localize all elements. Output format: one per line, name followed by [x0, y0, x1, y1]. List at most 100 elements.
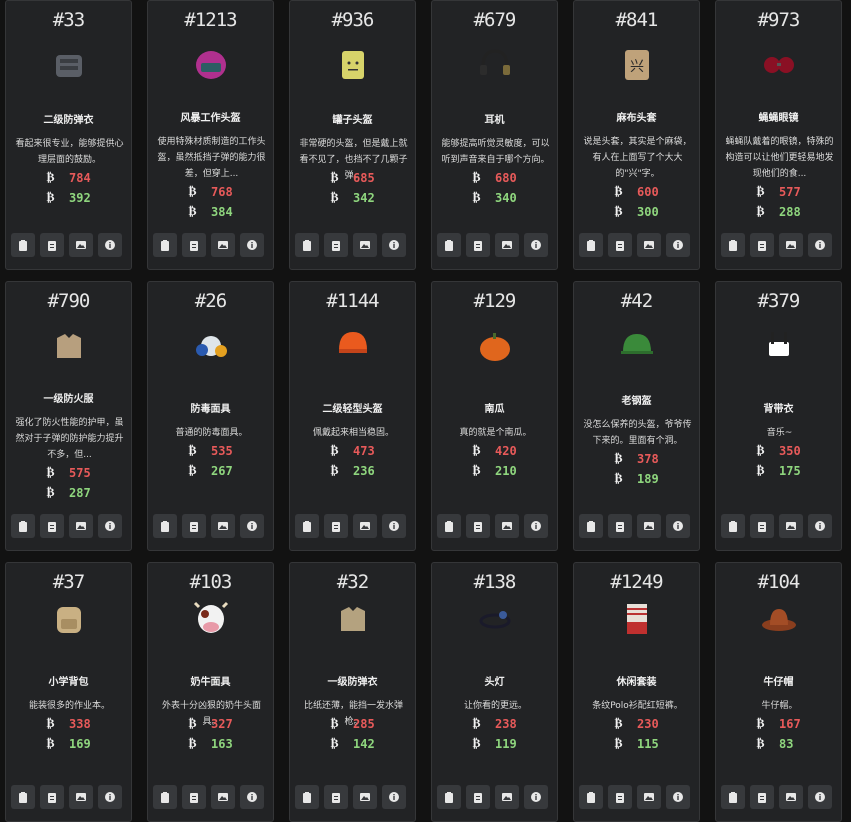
clipboard-button[interactable]: [153, 785, 177, 809]
image-button[interactable]: [353, 514, 377, 538]
clipboard-list-button[interactable]: [750, 514, 774, 538]
clipboard-button[interactable]: [437, 233, 461, 257]
info-button[interactable]: [98, 514, 122, 538]
image-button[interactable]: [69, 233, 93, 257]
coin-icon: ₿: [612, 451, 637, 467]
info-button[interactable]: [98, 233, 122, 257]
buy-price-value: 685: [353, 171, 375, 185]
clipboard-list-button[interactable]: [466, 785, 490, 809]
clipboard-list-button[interactable]: [40, 785, 64, 809]
image-button[interactable]: [637, 514, 661, 538]
info-button[interactable]: [666, 233, 690, 257]
info-button[interactable]: [98, 785, 122, 809]
item-card[interactable]: #138 头灯 让你看的更远。 ₿ 238 ₿ 119: [431, 562, 558, 822]
clipboard-list-button[interactable]: [608, 233, 632, 257]
info-button[interactable]: [666, 785, 690, 809]
item-name: 老钢盔: [621, 396, 652, 407]
info-button[interactable]: [382, 514, 406, 538]
item-card[interactable]: #33 二级防弹衣 看起来很专业，能够提供心理层面的鼓励。 ₿ 784 ₿ 392: [5, 0, 132, 270]
coin-icon: ₿: [328, 190, 353, 206]
info-button[interactable]: [382, 785, 406, 809]
clipboard-list-button[interactable]: [608, 514, 632, 538]
image-button[interactable]: [779, 233, 803, 257]
clipboard-button[interactable]: [295, 233, 319, 257]
image-button[interactable]: [211, 514, 235, 538]
clipboard-button[interactable]: [11, 233, 35, 257]
image-button[interactable]: [353, 785, 377, 809]
info-button[interactable]: [808, 785, 832, 809]
sell-price: ₿ 169: [44, 736, 90, 752]
info-button[interactable]: [240, 233, 264, 257]
clipboard-button[interactable]: [153, 233, 177, 257]
clipboard-list-button[interactable]: [182, 785, 206, 809]
item-card[interactable]: #26 防毒面具 普通的防毒面具。 ₿ 535 ₿ 267: [147, 281, 274, 551]
info-button[interactable]: [524, 514, 548, 538]
clipboard-button[interactable]: [721, 785, 745, 809]
item-card[interactable]: #379 背带衣 音乐~ ₿ 350 ₿ 175: [715, 281, 842, 551]
clipboard-button[interactable]: [721, 233, 745, 257]
clipboard-list-button[interactable]: [324, 785, 348, 809]
clipboard-button[interactable]: [579, 233, 603, 257]
image-button[interactable]: [211, 785, 235, 809]
clipboard-list-button[interactable]: [182, 233, 206, 257]
clipboard-icon: [19, 792, 27, 803]
info-button[interactable]: [524, 785, 548, 809]
clipboard-button[interactable]: [11, 785, 35, 809]
clipboard-list-button[interactable]: [750, 785, 774, 809]
item-card[interactable]: #1213 风暴工作头盔 使用特殊材质制造的工作头盔，虽然抵挡子弹的能力很差，但…: [147, 0, 274, 270]
image-icon: [218, 241, 228, 249]
clipboard-button[interactable]: [295, 514, 319, 538]
clipboard-list-button[interactable]: [750, 233, 774, 257]
buy-price-value: 327: [211, 717, 233, 731]
clipboard-list-button[interactable]: [40, 233, 64, 257]
image-button[interactable]: [69, 514, 93, 538]
sell-price: ₿ 267: [186, 463, 232, 479]
item-card[interactable]: #936 罐子头盔 非常硬的头盔，但是戴上就看不见了，也挡不了几颗子弹。 ₿ 68…: [289, 0, 416, 270]
image-button[interactable]: [495, 233, 519, 257]
image-button[interactable]: [779, 514, 803, 538]
clipboard-button[interactable]: [11, 514, 35, 538]
item-card[interactable]: #37 小学背包 能装很多的作业本。 ₿ 338 ₿ 169: [5, 562, 132, 822]
info-button[interactable]: [524, 233, 548, 257]
item-card[interactable]: #790 一级防火服 强化了防火性能的护甲，虽然对于子弹的防护能力提升不多，但.…: [5, 281, 132, 551]
info-button[interactable]: [666, 514, 690, 538]
image-button[interactable]: [353, 233, 377, 257]
image-button[interactable]: [211, 233, 235, 257]
item-card[interactable]: #841 兴 麻布头套 说是头套，其实是个麻袋，有人在上面写了个大大的"兴"字。…: [573, 0, 700, 270]
item-card[interactable]: #104 牛仔帽 牛仔帽。 ₿ 167 ₿ 83: [715, 562, 842, 822]
clipboard-button[interactable]: [437, 785, 461, 809]
clipboard-list-button[interactable]: [324, 233, 348, 257]
info-button[interactable]: [240, 785, 264, 809]
info-button[interactable]: [382, 233, 406, 257]
image-button[interactable]: [779, 785, 803, 809]
item-card[interactable]: #32 一级防弹衣 比纸还薄，能挡一发水弹枪。 ₿ 285 ₿ 142: [289, 562, 416, 822]
info-button[interactable]: [808, 233, 832, 257]
clipboard-button[interactable]: [295, 785, 319, 809]
image-button[interactable]: [637, 233, 661, 257]
clipboard-list-button[interactable]: [182, 514, 206, 538]
image-button[interactable]: [637, 785, 661, 809]
item-card[interactable]: #103 奶牛面具 外表十分凶狠的奶牛头面具。 ₿ 327 ₿ 163: [147, 562, 274, 822]
image-button[interactable]: [495, 785, 519, 809]
image-button[interactable]: [69, 785, 93, 809]
clipboard-list-button[interactable]: [466, 514, 490, 538]
clipboard-button[interactable]: [153, 514, 177, 538]
clipboard-list-button[interactable]: [324, 514, 348, 538]
image-button[interactable]: [495, 514, 519, 538]
coin-icon: ₿: [186, 736, 211, 752]
clipboard-list-button[interactable]: [608, 785, 632, 809]
item-card[interactable]: #42 老钢盔 没怎么保养的头盔，爷爷传下来的。里面有个洞。 ₿ 378 ₿ 189: [573, 281, 700, 551]
item-card[interactable]: #1144 二级轻型头盔 佩戴起来相当稳固。 ₿ 473 ₿ 236: [289, 281, 416, 551]
clipboard-button[interactable]: [721, 514, 745, 538]
clipboard-button[interactable]: [579, 514, 603, 538]
item-card[interactable]: #679 耳机 能够提高听觉灵敏度，可以听到声音来自于哪个方向。 ₿ 680 ₿ 3…: [431, 0, 558, 270]
info-button[interactable]: [808, 514, 832, 538]
clipboard-list-button[interactable]: [40, 514, 64, 538]
item-card[interactable]: #973 蝇蝇眼镜 蝇蝇队戴着的眼镜，特殊的构造可以让他们更轻易地发现他们的食.…: [715, 0, 842, 270]
info-button[interactable]: [240, 514, 264, 538]
clipboard-button[interactable]: [437, 514, 461, 538]
item-card[interactable]: #129 南瓜 真的就是个南瓜。 ₿ 420 ₿ 210: [431, 281, 558, 551]
clipboard-button[interactable]: [579, 785, 603, 809]
clipboard-list-button[interactable]: [466, 233, 490, 257]
item-card[interactable]: #1249 休闲套装 条纹Polo衫配红短裤。 ₿ 230 ₿ 115: [573, 562, 700, 822]
